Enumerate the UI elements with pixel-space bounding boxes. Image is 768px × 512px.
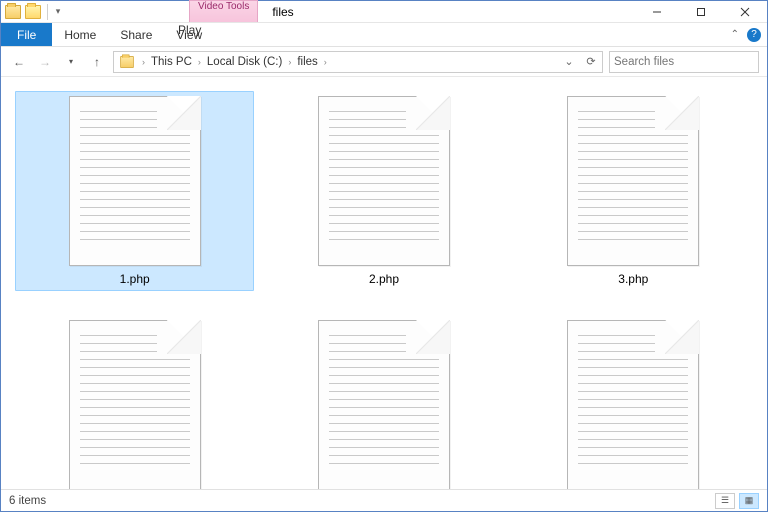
document-file-icon xyxy=(318,96,450,266)
ribbon-tabs: File Home Share View Play ⌃ ? xyxy=(1,23,767,47)
crumb-files[interactable]: files xyxy=(293,56,321,68)
chevron-right-icon[interactable]: › xyxy=(286,57,293,67)
address-folder-icon xyxy=(120,56,134,68)
window-title: files xyxy=(272,5,293,19)
file-item[interactable]: 6.php xyxy=(514,315,753,489)
maximize-button[interactable] xyxy=(679,1,723,22)
document-file-icon xyxy=(69,320,201,489)
tab-share[interactable]: Share xyxy=(108,23,164,46)
view-large-icons-button[interactable]: ▦ xyxy=(739,493,759,509)
contextual-tab-header: Video Tools xyxy=(189,0,258,22)
tab-home[interactable]: Home xyxy=(52,23,108,46)
file-item[interactable]: 2.php xyxy=(264,91,503,291)
navigation-bar: ← → ▾ ↑ › This PC › Local Disk (C:) › fi… xyxy=(1,47,767,77)
explorer-window: ▾ Video Tools files File Home Share View… xyxy=(0,0,768,512)
file-grid: 1.php 2.php 3.php 4.php5.php6.php xyxy=(15,91,753,489)
chevron-right-icon[interactable]: › xyxy=(322,57,329,67)
status-bar: 6 items ☰ ▦ xyxy=(1,489,767,511)
content-pane[interactable]: 1.php 2.php 3.php 4.php5.php6.php xyxy=(1,77,767,489)
view-mode-toggle: ☰ ▦ xyxy=(715,493,759,509)
file-item[interactable]: 4.php xyxy=(15,315,254,489)
file-tab[interactable]: File xyxy=(1,23,52,46)
back-button[interactable]: ← xyxy=(9,52,29,72)
window-controls xyxy=(635,1,767,22)
status-item-count: 6 items xyxy=(9,495,46,507)
tab-play[interactable]: Play xyxy=(166,23,213,37)
view-details-button[interactable]: ☰ xyxy=(715,493,735,509)
chevron-right-icon[interactable]: › xyxy=(140,57,147,67)
search-box[interactable]: 🔍 xyxy=(609,51,759,73)
file-item[interactable]: 3.php xyxy=(514,91,753,291)
up-button[interactable]: ↑ xyxy=(87,52,107,72)
document-file-icon xyxy=(567,96,699,266)
document-file-icon xyxy=(318,320,450,489)
app-folder-icon[interactable] xyxy=(5,5,21,19)
search-input[interactable] xyxy=(614,56,768,68)
chevron-right-icon[interactable]: › xyxy=(196,57,203,67)
refresh-button[interactable]: ⟳ xyxy=(580,52,602,72)
address-bar[interactable]: › This PC › Local Disk (C:) › files › ⌄ … xyxy=(113,51,603,73)
minimize-button[interactable] xyxy=(635,1,679,22)
title-bar: ▾ Video Tools files xyxy=(1,1,767,23)
title-region: Video Tools files xyxy=(66,1,635,22)
document-file-icon xyxy=(69,96,201,266)
forward-button[interactable]: → xyxy=(35,52,55,72)
close-button[interactable] xyxy=(723,1,767,22)
qat-properties-icon[interactable] xyxy=(25,5,41,19)
qat-separator xyxy=(47,4,48,20)
file-name-label: 1.php xyxy=(120,272,150,286)
recent-dropdown-icon[interactable]: ▾ xyxy=(61,52,81,72)
crumb-local-disk[interactable]: Local Disk (C:) xyxy=(203,56,286,68)
file-item[interactable]: 1.php xyxy=(15,91,254,291)
quick-access-toolbar: ▾ xyxy=(1,1,66,22)
crumb-this-pc[interactable]: This PC xyxy=(147,56,196,68)
file-item[interactable]: 5.php xyxy=(264,315,503,489)
contextual-tab-label: Video Tools xyxy=(198,1,249,12)
document-file-icon xyxy=(567,320,699,489)
file-name-label: 3.php xyxy=(618,272,648,286)
file-name-label: 2.php xyxy=(369,272,399,286)
qat-dropdown-icon[interactable]: ▾ xyxy=(54,6,62,17)
ribbon-expand-icon[interactable]: ⌃ xyxy=(731,29,739,40)
help-icon[interactable]: ? xyxy=(747,28,761,42)
address-dropdown-icon[interactable]: ⌄ xyxy=(558,52,580,72)
